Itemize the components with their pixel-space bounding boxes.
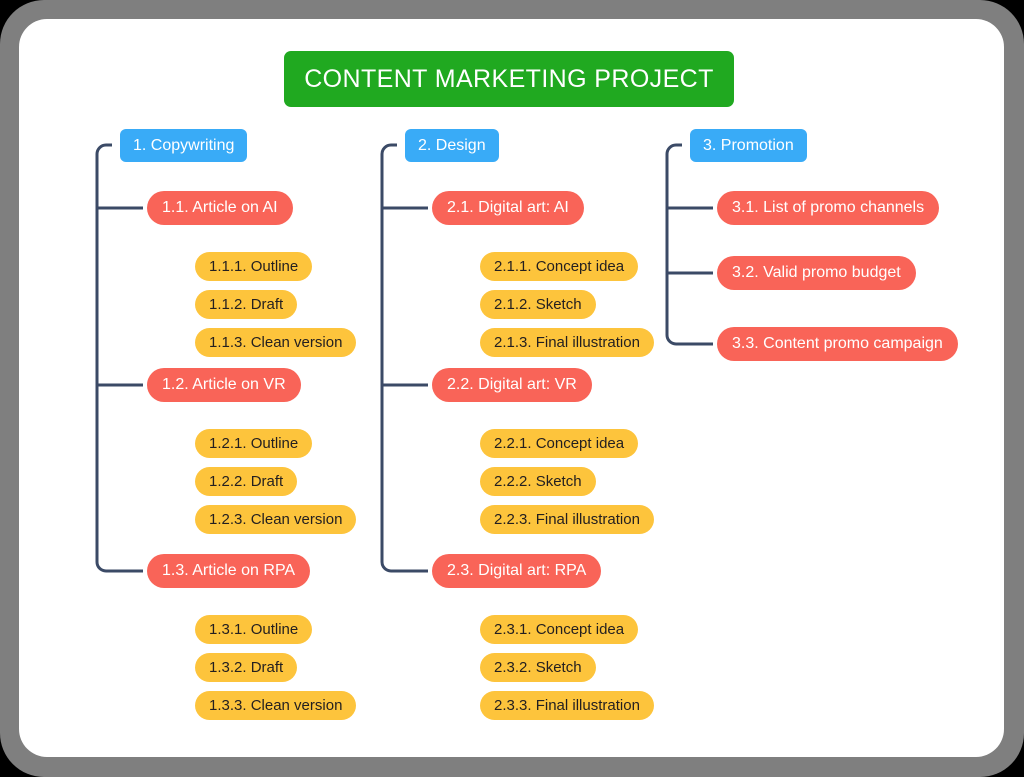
- leaf-node[interactable]: 1.2.3. Clean version: [195, 505, 357, 534]
- leaf-node[interactable]: 2.1.2. Sketch: [480, 290, 596, 319]
- column-header-copywriting[interactable]: 1. Copywriting: [120, 129, 248, 162]
- branch-node[interactable]: 3.1. List of promo channels: [717, 191, 940, 225]
- leaf-node[interactable]: 1.3.1. Outline: [195, 615, 313, 644]
- column-header-design[interactable]: 2. Design: [405, 129, 499, 162]
- connector-trunk: [665, 143, 713, 346]
- column-copywriting: 1. Copywriting 1.1. Article on AI 1.1.1. O…: [79, 19, 379, 757]
- branch-node-label: 3.2. Valid promo budget: [732, 264, 901, 281]
- leaf-node[interactable]: 2.2.3. Final illustration: [480, 505, 654, 534]
- leaf-node-label: 2.3.1. Concept idea: [494, 621, 625, 638]
- column-promotion: 3. Promotion 3.1. List of promo channels 3…: [649, 19, 979, 757]
- leaf-node[interactable]: 2.2.2. Sketch: [480, 467, 596, 496]
- leaf-node[interactable]: 1.3.3. Clean version: [195, 691, 357, 720]
- leaf-node-label: 2.2.2. Sketch: [494, 473, 582, 490]
- leaf-node-label: 1.3.1. Outline: [209, 621, 299, 638]
- branch-node-label: 1.1. Article on AI: [162, 199, 278, 216]
- column-header-label: 2. Design: [418, 136, 486, 154]
- leaf-node[interactable]: 2.3.3. Final illustration: [480, 691, 654, 720]
- branch-node[interactable]: 2.1. Digital art: AI: [432, 191, 584, 225]
- column-header-label: 1. Copywriting: [133, 136, 235, 154]
- connector-trunk: [95, 143, 143, 573]
- branch-node[interactable]: 3.3. Content promo campaign: [717, 327, 958, 361]
- leaf-node-label: 2.1.1. Concept idea: [494, 258, 625, 275]
- column-design: 2. Design 2.1. Digital art: AI 2.1.1. Conc…: [364, 19, 664, 757]
- column-header-promotion[interactable]: 3. Promotion: [690, 129, 807, 162]
- leaf-node-label: 1.1.3. Clean version: [209, 334, 343, 351]
- leaf-node-label: 1.1.2. Draft: [209, 296, 284, 313]
- leaf-node-label: 1.1.1. Outline: [209, 258, 299, 275]
- branch-node[interactable]: 1.1. Article on AI: [147, 191, 293, 225]
- leaf-node-label: 2.2.1. Concept idea: [494, 435, 625, 452]
- column-header-label: 3. Promotion: [703, 136, 794, 154]
- leaf-node[interactable]: 1.3.2. Draft: [195, 653, 298, 682]
- leaf-node-label: 2.1.3. Final illustration: [494, 334, 640, 351]
- branch-node-label: 3.3. Content promo campaign: [732, 335, 943, 352]
- branch-node[interactable]: 2.2. Digital art: VR: [432, 368, 592, 402]
- branch-node[interactable]: 1.2. Article on VR: [147, 368, 301, 402]
- branch-node-label: 3.1. List of promo channels: [732, 199, 925, 216]
- leaf-node[interactable]: 1.2.2. Draft: [195, 467, 298, 496]
- leaf-node-label: 1.3.2. Draft: [209, 659, 284, 676]
- branch-node-label: 1.3. Article on RPA: [162, 562, 296, 579]
- leaf-node[interactable]: 2.3.2. Sketch: [480, 653, 596, 682]
- leaf-node-label: 2.3.2. Sketch: [494, 659, 582, 676]
- leaf-node-label: 2.1.2. Sketch: [494, 296, 582, 313]
- mindmap-canvas: CONTENT MARKETING PROJECT 1. Copywriting…: [19, 19, 1004, 757]
- device-frame: CONTENT MARKETING PROJECT 1. Copywriting…: [0, 0, 1024, 777]
- branch-node-label: 2.2. Digital art: VR: [447, 376, 577, 393]
- leaf-node-label: 2.2.3. Final illustration: [494, 511, 640, 528]
- branch-node[interactable]: 2.3. Digital art: RPA: [432, 554, 602, 588]
- branch-node-label: 2.3. Digital art: RPA: [447, 562, 587, 579]
- branch-node-label: 2.1. Digital art: AI: [447, 199, 569, 216]
- leaf-node-label: 1.2.3. Clean version: [209, 511, 343, 528]
- leaf-node[interactable]: 2.2.1. Concept idea: [480, 429, 639, 458]
- leaf-node[interactable]: 2.1.3. Final illustration: [480, 328, 654, 357]
- leaf-node[interactable]: 2.3.1. Concept idea: [480, 615, 639, 644]
- leaf-node[interactable]: 1.2.1. Outline: [195, 429, 313, 458]
- branch-node[interactable]: 3.2. Valid promo budget: [717, 256, 916, 290]
- leaf-node-label: 2.3.3. Final illustration: [494, 697, 640, 714]
- leaf-node[interactable]: 2.1.1. Concept idea: [480, 252, 639, 281]
- leaf-node-label: 1.2.2. Draft: [209, 473, 284, 490]
- leaf-node[interactable]: 1.1.1. Outline: [195, 252, 313, 281]
- leaf-node[interactable]: 1.1.2. Draft: [195, 290, 298, 319]
- leaf-node-label: 1.2.1. Outline: [209, 435, 299, 452]
- branch-node[interactable]: 1.3. Article on RPA: [147, 554, 311, 588]
- branch-node-label: 1.2. Article on VR: [162, 376, 286, 393]
- connector-trunk: [380, 143, 428, 573]
- leaf-node-label: 1.3.3. Clean version: [209, 697, 343, 714]
- leaf-node[interactable]: 1.1.3. Clean version: [195, 328, 357, 357]
